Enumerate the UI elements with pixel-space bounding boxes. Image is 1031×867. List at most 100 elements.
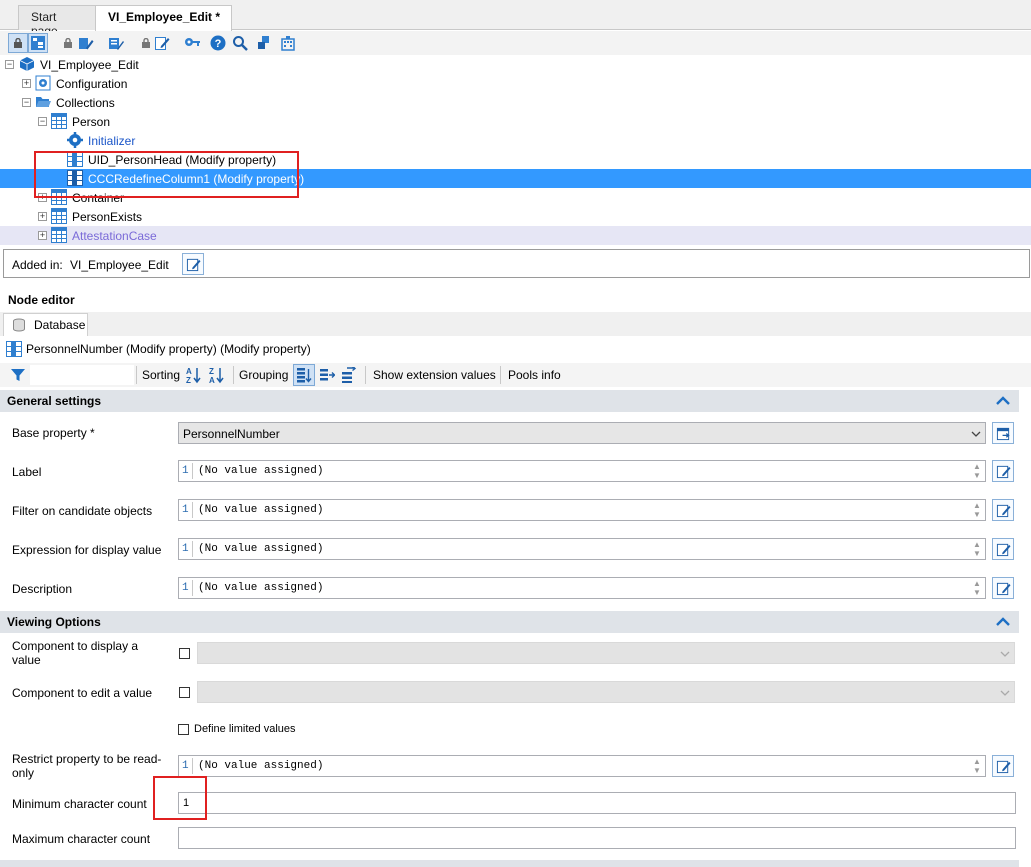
sort-descending-icon[interactable]: ZA bbox=[209, 366, 225, 384]
display-expression-value: (No value assigned) bbox=[198, 543, 324, 555]
tree-node-configuration[interactable]: + Configuration bbox=[0, 74, 1031, 93]
restrict-readonly-field[interactable]: 1 (No value assigned) ▲ ▼ bbox=[178, 755, 986, 777]
collapse-icon[interactable]: − bbox=[22, 98, 31, 107]
edit-node-button[interactable] bbox=[76, 33, 96, 53]
tree-node-label: Initializer bbox=[88, 134, 136, 148]
collapse-icon[interactable]: − bbox=[38, 117, 47, 126]
component-display-checkbox[interactable] bbox=[179, 648, 190, 659]
search-icon bbox=[233, 36, 248, 51]
component-display-select[interactable] bbox=[197, 642, 1015, 664]
base-property-select[interactable]: PersonnelNumber bbox=[178, 422, 986, 444]
table-icon bbox=[51, 227, 67, 243]
added-in-label: Added in: bbox=[12, 258, 63, 272]
help-button[interactable]: ? bbox=[208, 33, 228, 53]
section-viewing-options[interactable]: Viewing Options bbox=[0, 611, 1019, 633]
min-char-count-input[interactable]: 1 bbox=[178, 792, 1016, 814]
gutter-separator bbox=[192, 502, 193, 518]
tree-node-person[interactable]: − Person bbox=[0, 112, 1031, 131]
table-icon bbox=[51, 113, 67, 129]
restrict-readonly-edit-button[interactable] bbox=[992, 755, 1014, 777]
tree-node-label: PersonExists bbox=[72, 210, 143, 224]
spin-arrows-icon[interactable]: ▲ ▼ bbox=[971, 462, 983, 480]
search-button[interactable] bbox=[230, 33, 250, 53]
table-icon bbox=[51, 208, 67, 224]
base-property-goto-button[interactable] bbox=[992, 422, 1014, 444]
group-up-icon[interactable] bbox=[341, 367, 357, 383]
tab-database-label: Database bbox=[34, 318, 86, 332]
base-property-label: Base property * bbox=[12, 426, 95, 440]
svg-text:A: A bbox=[186, 367, 192, 376]
key-settings-button[interactable] bbox=[182, 33, 202, 53]
lock-icon bbox=[64, 38, 72, 48]
display-expression-edit-button[interactable] bbox=[992, 538, 1014, 560]
line-number: 1 bbox=[182, 582, 189, 594]
section-next-collapsed[interactable] bbox=[0, 860, 1019, 867]
gutter-separator bbox=[192, 758, 193, 774]
tab-vi-employee-edit-label: VI_Employee_Edit * bbox=[108, 10, 221, 24]
description-edit-button[interactable] bbox=[992, 577, 1014, 599]
edit-icon bbox=[996, 582, 1011, 595]
pools-info-button[interactable]: Pools info bbox=[508, 368, 561, 382]
label-expression-field[interactable]: 1 (No value assigned) ▲ ▼ bbox=[178, 460, 986, 482]
group-by-category-button[interactable] bbox=[293, 364, 315, 386]
max-char-count-input[interactable] bbox=[178, 827, 1016, 849]
tree-node-initializer[interactable]: Initializer bbox=[0, 131, 1031, 150]
label-edit-button[interactable] bbox=[992, 460, 1014, 482]
edit-icon bbox=[186, 258, 201, 271]
section-general-settings[interactable]: General settings bbox=[0, 390, 1019, 412]
show-extension-values-button[interactable]: Show extension values bbox=[373, 368, 496, 382]
added-in-edit-button[interactable] bbox=[182, 253, 204, 275]
spin-arrows-icon[interactable]: ▲ ▼ bbox=[971, 579, 983, 597]
component-edit-select[interactable] bbox=[197, 681, 1015, 703]
tree-node-personexists[interactable]: + PersonExists bbox=[0, 207, 1031, 226]
chevron-down-icon bbox=[1000, 651, 1010, 657]
open-reference-icon bbox=[996, 427, 1010, 440]
tab-database[interactable]: Database bbox=[3, 313, 88, 336]
added-in-value: VI_Employee_Edit bbox=[70, 258, 169, 272]
tab-vi-employee-edit[interactable]: VI_Employee_Edit * bbox=[95, 5, 232, 31]
toolbar-separator bbox=[233, 366, 234, 384]
svg-text:A: A bbox=[209, 376, 215, 384]
filter-icon[interactable] bbox=[10, 367, 26, 383]
lock-button-2[interactable] bbox=[58, 33, 78, 53]
cubes-icon bbox=[258, 36, 269, 49]
label-property-label: Label bbox=[12, 465, 42, 479]
svg-text:Z: Z bbox=[186, 376, 191, 384]
line-number: 1 bbox=[182, 543, 189, 555]
expand-icon[interactable]: + bbox=[38, 212, 47, 221]
filter-candidates-field[interactable]: 1 (No value assigned) ▲ ▼ bbox=[178, 499, 986, 521]
filter-candidates-edit-button[interactable] bbox=[992, 499, 1014, 521]
tree-view-button[interactable] bbox=[28, 33, 48, 53]
lock-view-button[interactable] bbox=[8, 33, 28, 53]
filter-input[interactable] bbox=[30, 365, 134, 385]
tree-node-attestationcase[interactable]: + AttestationCase bbox=[0, 226, 1031, 245]
chevron-up-icon[interactable] bbox=[995, 614, 1011, 630]
chevron-up-icon[interactable] bbox=[995, 393, 1011, 409]
node-editor-title: Node editor bbox=[0, 290, 1031, 310]
sort-ascending-icon[interactable]: AZ bbox=[186, 366, 202, 384]
component-display-label: Component to display a value bbox=[12, 639, 139, 667]
tab-start-page[interactable]: Start page bbox=[18, 5, 96, 38]
expand-icon[interactable]: + bbox=[38, 231, 47, 240]
tree-node-label: Person bbox=[72, 115, 111, 129]
tree-node-collections[interactable]: − Collections bbox=[0, 93, 1031, 112]
collapse-icon[interactable]: − bbox=[5, 60, 14, 69]
tree-view-icon bbox=[31, 36, 45, 50]
display-expression-field[interactable]: 1 (No value assigned) ▲ ▼ bbox=[178, 538, 986, 560]
edit-collection-button[interactable] bbox=[106, 33, 126, 53]
description-field[interactable]: 1 (No value assigned) ▲ ▼ bbox=[178, 577, 986, 599]
edit-document-button[interactable] bbox=[152, 33, 172, 53]
configuration-icon bbox=[35, 75, 51, 91]
node-editor-tabstrip: Database bbox=[0, 312, 1031, 336]
building-button[interactable] bbox=[278, 33, 298, 53]
component-edit-checkbox[interactable] bbox=[179, 687, 190, 698]
group-down-icon[interactable] bbox=[319, 367, 335, 383]
expand-icon[interactable]: + bbox=[22, 79, 31, 88]
label-value: (No value assigned) bbox=[198, 465, 324, 477]
define-limited-values-checkbox[interactable] bbox=[178, 724, 189, 735]
spin-arrows-icon[interactable]: ▲ ▼ bbox=[971, 501, 983, 519]
spin-arrows-icon[interactable]: ▲ ▼ bbox=[971, 540, 983, 558]
tree-node-root[interactable]: − VI_Employee_Edit bbox=[0, 55, 1031, 74]
objects-button[interactable] bbox=[254, 33, 274, 53]
spin-arrows-icon[interactable]: ▲ ▼ bbox=[971, 757, 983, 775]
